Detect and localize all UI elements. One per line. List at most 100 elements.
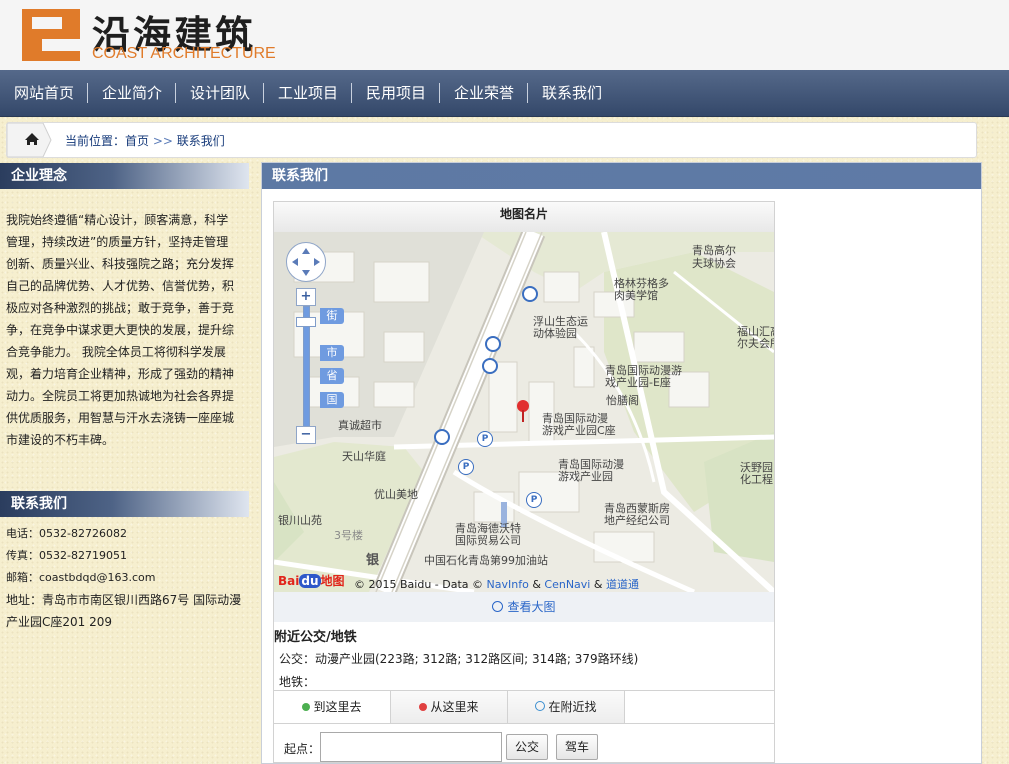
sidebar-contact-title: 联系我们 xyxy=(0,491,249,517)
search-icon xyxy=(535,701,546,711)
nav-contact[interactable]: 联系我们 xyxy=(542,70,602,116)
tab-go-here[interactable]: 到这里去 xyxy=(274,691,391,723)
map-poi-label: 化工程 xyxy=(740,473,773,486)
red-pin-icon xyxy=(419,703,428,711)
site-header: 沿海建筑 COAST ARCHITECTURE xyxy=(0,0,1009,70)
tab-come-from-label: 从这里来 xyxy=(430,700,479,714)
nav-civil[interactable]: 民用项目 xyxy=(366,70,426,116)
nav-industrial[interactable]: 工业项目 xyxy=(278,70,338,116)
parking-icon[interactable]: P xyxy=(458,459,474,475)
map-poi-label: 肉美学馆 xyxy=(614,289,658,302)
baidu-logo-bai: Bai xyxy=(278,574,300,588)
logo-mark-icon[interactable] xyxy=(22,9,80,61)
credit-separator: & xyxy=(590,578,606,591)
main-title: 联系我们 xyxy=(262,163,981,189)
bus-stop-icon[interactable] xyxy=(485,336,501,352)
map-poi-label: 银 xyxy=(366,553,380,568)
nav-home[interactable]: 网站首页 xyxy=(14,70,74,116)
parking-icon[interactable]: P xyxy=(526,492,542,508)
philosophy-line: 动力。全院员工将更加热诚地为社会各界提 xyxy=(6,389,235,403)
baidu-logo-map: 地图 xyxy=(320,574,345,588)
map-poi-label: 银川山苑 xyxy=(278,514,322,527)
credit-daodao-link[interactable]: 道道通 xyxy=(606,578,639,591)
credit-navinfo-link[interactable]: NavInfo xyxy=(487,578,529,591)
map-copyright: © 2015 Baidu - Data © NavInfo & CenNavi … xyxy=(354,576,639,592)
bus-stop-icon[interactable] xyxy=(482,358,498,374)
map-poi-label: 游戏产业园C座 xyxy=(542,424,616,437)
credit-cennavi-link[interactable]: CenNavi xyxy=(544,578,590,591)
map-poi-label: 游戏产业园 xyxy=(558,470,613,483)
bus-stop-icon[interactable] xyxy=(522,286,538,302)
zoom-tag-province[interactable]: 省 xyxy=(320,368,344,384)
zoom-tag-city[interactable]: 市 xyxy=(320,345,344,361)
tab-search-nearby-label: 在附近找 xyxy=(548,700,597,714)
main-content: 联系我们 地图名片 + − 街 市 省 国 P P P 青岛高尔 夫球协会 格林… xyxy=(261,162,982,764)
route-tabs: 到这里去 从这里来 在附近找 xyxy=(274,690,774,724)
zoom-out-button[interactable]: − xyxy=(296,426,316,444)
nav-team[interactable]: 设计团队 xyxy=(190,70,250,116)
bus-stop-icon[interactable] xyxy=(434,429,450,445)
view-bigmap-link[interactable]: 查看大图 xyxy=(507,600,555,614)
zoom-in-button[interactable]: + xyxy=(296,288,316,306)
philosophy-line: 创新、质量兴业、科技强院之路；充分发挥 xyxy=(6,257,235,271)
nav-separator xyxy=(527,83,528,103)
map-poi-label: 动体验园 xyxy=(533,327,577,340)
contact-address-cont: 产业园C座201 209 xyxy=(6,615,113,629)
map-poi-label: 优山美地 xyxy=(374,488,418,501)
baidu-map-logo[interactable]: Bai du 地图 xyxy=(278,572,345,589)
philosophy-line: 极应对各种激烈的挑战；敢于竞争，善于竞 xyxy=(6,301,235,315)
breadcrumb-separator: >> xyxy=(152,134,173,148)
green-pin-icon xyxy=(302,703,311,711)
nav-separator xyxy=(87,83,88,103)
bus-route-button[interactable]: 公交 xyxy=(506,734,549,760)
drive-route-button[interactable]: 驾车 xyxy=(556,734,599,760)
nav-honors[interactable]: 企业荣誉 xyxy=(454,70,514,116)
subway-line-info: 地铁： xyxy=(279,675,316,689)
contact-phone: 电话：0532-82726082 xyxy=(6,527,127,540)
baidu-map[interactable]: + − 街 市 省 国 P P P 青岛高尔 夫球协会 格林芬格多 肉美学馆 浮… xyxy=(274,232,774,592)
start-point-label: 起点： xyxy=(284,742,321,756)
map-poi-label: 真诚超市 xyxy=(338,419,382,432)
parking-icon[interactable]: P xyxy=(477,431,493,447)
zoom-tag-country[interactable]: 国 xyxy=(320,392,344,408)
breadcrumb-home-link[interactable]: 首页 xyxy=(125,134,149,148)
contact-fax: 传真：0532-82719051 xyxy=(6,549,127,562)
tab-come-from[interactable]: 从这里来 xyxy=(391,691,508,723)
start-point-input[interactable] xyxy=(320,732,502,762)
nav-separator xyxy=(175,83,176,103)
nav-separator xyxy=(439,83,440,103)
breadcrumb-prefix: 当前位置： xyxy=(65,134,126,148)
nav-about[interactable]: 企业简介 xyxy=(102,70,162,116)
contact-address: 地址：青岛市市南区银川西路67号 国际动漫 xyxy=(6,593,242,607)
map-poi-label: 青岛高尔 xyxy=(692,244,736,257)
tab-search-nearby[interactable]: 在附近找 xyxy=(508,691,625,723)
philosophy-text: 我院始终遵循“精心设计，顾客满意，科学 管理，持续改进”的质量方针，坚持走管理 … xyxy=(6,209,244,451)
logo-name-en[interactable]: COAST ARCHITECTURE xyxy=(92,45,276,63)
map-poi-label: 尔夫会所 xyxy=(737,337,774,350)
map-poi-label: 戏产业园-E座 xyxy=(605,376,671,389)
baidu-logo-du: du xyxy=(299,574,321,588)
contact-info: 电话：0532-82726082 传真：0532-82719051 邮箱：coa… xyxy=(6,523,244,633)
zoom-slider-handle[interactable] xyxy=(296,317,316,327)
map-poi-label: 3号楼 xyxy=(334,529,363,542)
breadcrumb-trail: 当前位置：首页 >> 联系我们 xyxy=(65,132,225,149)
copyright-text: © 2015 Baidu - Data © xyxy=(354,578,487,591)
map-poi-label: 天山华庭 xyxy=(342,450,386,463)
map-card-title: 地图名片 xyxy=(274,202,774,233)
philosophy-line: 供优质服务，用智慧与汗水去浇铸一座座城 xyxy=(6,411,235,425)
map-pan-control[interactable] xyxy=(286,242,326,282)
philosophy-line: 观，着力培育企业精神，形成了强劲的精神 xyxy=(6,367,235,381)
philosophy-line: 自己的品牌优势、人才优势、信誉优势，积 xyxy=(6,279,235,293)
zoom-magnifier-icon xyxy=(492,601,504,612)
sidebar-philosophy-title: 企业理念 xyxy=(0,163,249,189)
location-pin-icon[interactable] xyxy=(516,400,530,422)
zoom-tag-street[interactable]: 街 xyxy=(320,308,344,324)
home-icon[interactable] xyxy=(6,122,52,158)
map-poi-label: 怡膳阁 xyxy=(606,394,639,407)
view-bigmap-bar[interactable]: 查看大图 xyxy=(274,592,774,622)
main-nav: 网站首页 企业简介 设计团队 工业项目 民用项目 企业荣誉 联系我们 xyxy=(0,70,1009,117)
philosophy-line: 争，在竞争中谋求更大更快的发展，提升综 xyxy=(6,323,235,337)
contact-email[interactable]: 邮箱：coastbdqd@163.com xyxy=(6,567,244,589)
philosophy-line: 市建设的不朽丰碑。 xyxy=(6,433,115,447)
map-poi-label: 地产经纪公司 xyxy=(604,514,670,527)
